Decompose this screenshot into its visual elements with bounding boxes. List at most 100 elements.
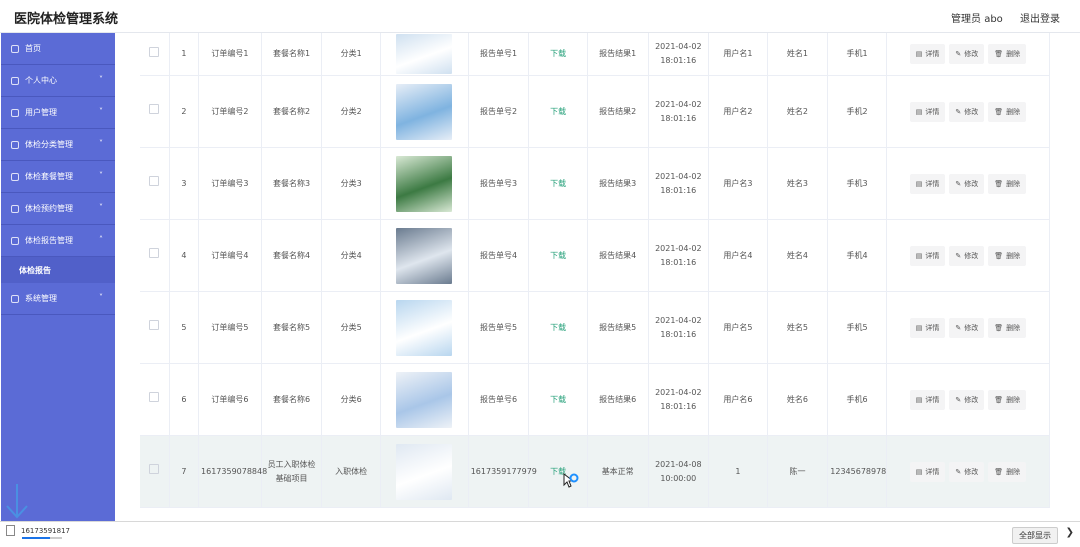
delete-label: 删除	[1006, 323, 1021, 332]
checkbox[interactable]	[149, 46, 160, 57]
top-right-area: 管理员 abo 退出登录	[937, 10, 1060, 25]
document-icon: ▤	[915, 50, 923, 58]
detail-label: 详情	[925, 107, 940, 116]
sidebar-subitem-report[interactable]: 体检报告	[1, 257, 115, 283]
chevron-down-icon: ˅	[99, 203, 103, 212]
checkbox[interactable]	[149, 392, 160, 402]
detail-button[interactable]: ▤ 详情	[909, 101, 946, 122]
detail-button[interactable]: ▤ 详情	[909, 245, 946, 266]
checkbox[interactable]	[149, 176, 160, 186]
download-link[interactable]: 下载	[528, 435, 588, 508]
checkbox[interactable]	[149, 464, 160, 474]
detail-button[interactable]: ▤ 详情	[909, 44, 946, 64]
logout-link[interactable]: 退出登录	[1020, 14, 1060, 25]
time-text: 10:00:00	[660, 473, 697, 483]
sidebar-item-5[interactable]: 体检预约管理 ˅	[1, 193, 115, 225]
row-checkbox[interactable]	[140, 75, 170, 148]
download-link[interactable]: 下载	[528, 363, 588, 436]
time-text: 18:01:16	[660, 56, 697, 65]
phone: 12345678978	[827, 435, 887, 508]
sidebar-item-1[interactable]: 个人中心 ˅	[1, 65, 115, 97]
edit-button[interactable]: ✎ 修改	[949, 317, 985, 338]
document-icon: ▤	[915, 251, 923, 260]
edit-button[interactable]: ✎ 修改	[949, 389, 985, 410]
show-all-button[interactable]: 全部显示	[1012, 527, 1058, 544]
row-index: 3	[169, 147, 200, 220]
chevron-down-icon: ˅	[99, 107, 103, 116]
table-row: 4 订单编号4 套餐名称4 分类4 报告单号4 下载 报告结果4 2021-04-02 18:0…	[140, 219, 1050, 292]
download-link-text[interactable]: 下载	[550, 179, 566, 188]
date-text: 2021-04-02	[655, 315, 702, 325]
edit-button[interactable]: ✎ 修改	[949, 101, 985, 122]
edit-label: 修改	[964, 179, 979, 188]
chevron-down-icon: ˅	[99, 171, 103, 180]
delete-button[interactable]: 🗑 删除	[988, 101, 1027, 122]
report-photo	[396, 155, 453, 212]
sidebar-item-4[interactable]: 体检套餐管理 ˅	[1, 161, 115, 193]
download-link[interactable]: 下载	[528, 33, 588, 76]
delete-button[interactable]: 🗑 删除	[988, 245, 1027, 266]
row-index: 4	[169, 219, 200, 292]
edit-button[interactable]: ✎ 修改	[949, 245, 985, 266]
row-actions: ▤ 详情 ✎ 修改 🗑 删除	[886, 75, 1050, 148]
time-text: 18:01:16	[660, 257, 697, 267]
report-photo	[396, 443, 453, 500]
report-photo	[396, 34, 453, 74]
table-row: 1 订单编号1 套餐名称1 分类1 报告单号1 下载 报告结果1 2021-04-02 18:0…	[140, 33, 1050, 76]
admin-user-label: 管理员 abo	[951, 14, 1003, 25]
row-checkbox[interactable]	[140, 33, 170, 76]
report-result: 报告结果2	[587, 75, 649, 148]
sidebar-item-7[interactable]: 系统管理 ˅	[1, 283, 115, 315]
checkbox[interactable]	[149, 248, 160, 258]
download-link-text[interactable]: 下载	[550, 323, 566, 332]
delete-button[interactable]: 🗑 删除	[988, 44, 1027, 64]
row-actions: ▤ 详情 ✎ 修改 🗑 删除	[886, 291, 1050, 364]
download-item[interactable]: 16173591817	[6, 525, 70, 536]
edit-button[interactable]: ✎ 修改	[949, 44, 985, 64]
checkbox[interactable]	[149, 320, 160, 330]
category: 分类4	[321, 219, 381, 292]
delete-button[interactable]: 🗑 删除	[988, 389, 1027, 410]
report-result: 报告结果3	[587, 147, 649, 220]
document-icon: ▤	[915, 179, 923, 188]
row-index: 2	[169, 75, 200, 148]
sidebar-item-2[interactable]: 用户管理 ˅	[1, 97, 115, 129]
download-link[interactable]: 下载	[528, 219, 588, 292]
checkbox[interactable]	[149, 104, 160, 114]
document-icon: ▤	[915, 323, 923, 332]
row-checkbox[interactable]	[140, 291, 170, 364]
row-checkbox[interactable]	[140, 219, 170, 292]
report-result: 基本正常	[587, 435, 649, 508]
download-link[interactable]: 下载	[528, 291, 588, 364]
sidebar-item-3[interactable]: 体检分类管理 ˅	[1, 129, 115, 161]
delete-button[interactable]: 🗑 删除	[988, 461, 1027, 482]
download-link-text[interactable]: 下载	[550, 107, 566, 116]
download-link[interactable]: 下载	[528, 75, 588, 148]
download-link-text[interactable]: 下载	[550, 395, 566, 404]
detail-button[interactable]: ▤ 详情	[909, 389, 946, 410]
download-link-text[interactable]: 下载	[550, 251, 566, 260]
row-checkbox[interactable]	[140, 363, 170, 436]
edit-button[interactable]: ✎ 修改	[949, 173, 985, 194]
detail-button[interactable]: ▤ 详情	[909, 317, 946, 338]
detail-button[interactable]: ▤ 详情	[909, 461, 946, 482]
edit-button[interactable]: ✎ 修改	[949, 461, 985, 482]
row-checkbox[interactable]	[140, 435, 170, 508]
edit-label: 修改	[964, 467, 979, 476]
download-link[interactable]: 下载	[528, 147, 588, 220]
sidebar-item-0[interactable]: 首页	[1, 33, 115, 65]
sidebar-item-label: 体检预约管理	[25, 204, 73, 213]
detail-label: 详情	[925, 395, 940, 404]
row-actions: ▤ 详情 ✎ 修改 🗑 删除	[886, 147, 1050, 220]
table-row: 5 订单编号5 套餐名称5 分类5 报告单号5 下载 报告结果5 2021-04-02 18:0…	[140, 291, 1050, 364]
sidebar-item-6[interactable]: 体检报告管理 ˄	[1, 225, 115, 257]
edit-label: 修改	[964, 395, 979, 404]
close-download-bar-icon[interactable]: ❯	[1066, 527, 1074, 538]
report-result: 报告结果6	[587, 363, 649, 436]
delete-button[interactable]: 🗑 删除	[988, 173, 1027, 194]
table-row: 2 订单编号2 套餐名称2 分类2 报告单号2 下载 报告结果2 2021-04-02 18:0…	[140, 75, 1050, 148]
row-checkbox[interactable]	[140, 147, 170, 220]
detail-button[interactable]: ▤ 详情	[909, 173, 946, 194]
download-link-text[interactable]: 下载	[550, 49, 566, 58]
delete-button[interactable]: 🗑 删除	[988, 317, 1027, 338]
